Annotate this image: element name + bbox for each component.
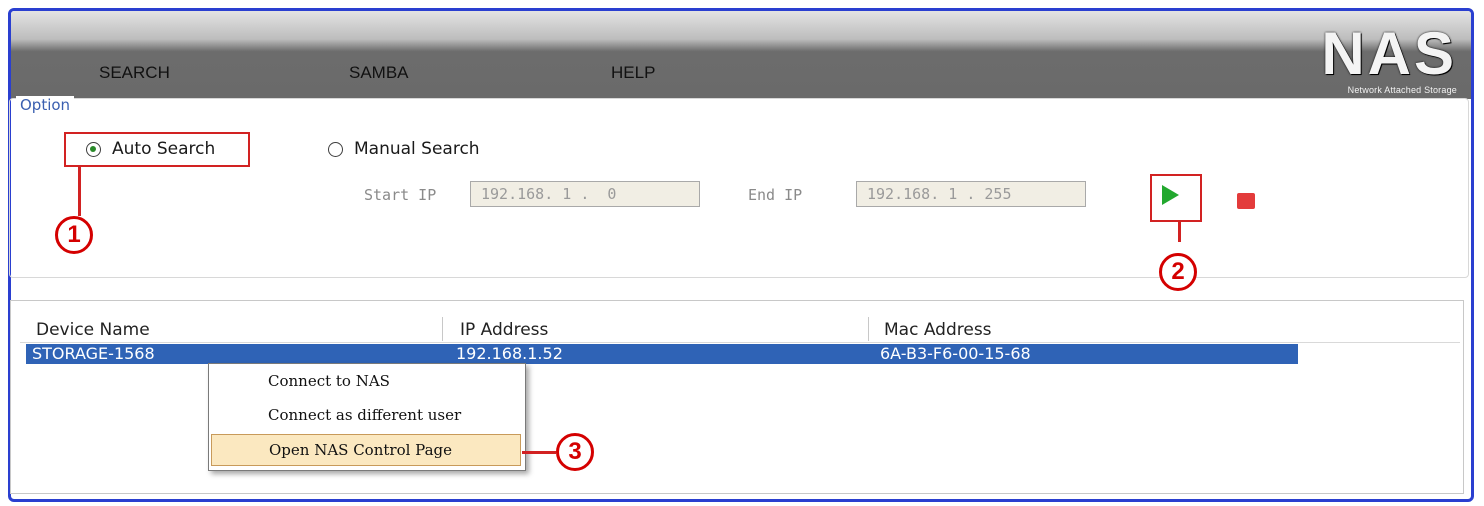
callout-number-1: 1 <box>55 216 93 254</box>
nav-help[interactable]: HELP <box>611 63 655 83</box>
nav-samba[interactable]: SAMBA <box>349 63 409 83</box>
cell-mac-address: 6A-B3-F6-00-15-68 <box>880 344 1031 363</box>
column-separator <box>442 317 443 341</box>
column-separator <box>868 317 869 341</box>
callout-line-3 <box>522 451 556 454</box>
radio-unchecked-icon[interactable] <box>328 141 343 157</box>
callout-box-auto-search <box>64 132 250 167</box>
end-ip-label: End IP <box>748 186 803 204</box>
header-bar: SEARCH SAMBA HELP NAS Network Attached S… <box>11 11 1471 99</box>
context-menu: Connect to NAS Connect as different user… <box>208 363 526 471</box>
callout-number-2: 2 <box>1159 253 1197 291</box>
callout-line-2 <box>1178 221 1181 242</box>
start-ip-label: Start IP <box>364 186 437 204</box>
stop-icon[interactable] <box>1237 193 1255 209</box>
menu-item-connect-to-nas[interactable]: Connect to NAS <box>211 366 521 396</box>
cell-ip-address: 192.168.1.52 <box>456 344 563 363</box>
menu-item-connect-as-different-user[interactable]: Connect as different user <box>211 400 521 430</box>
column-header-device-name[interactable]: Device Name <box>36 320 150 340</box>
manual-search-label: Manual Search <box>354 139 480 159</box>
option-legend: Option <box>16 96 75 114</box>
option-panel <box>9 98 1469 278</box>
column-header-mac-address[interactable]: Mac Address <box>884 320 992 340</box>
table-row[interactable] <box>26 344 1298 364</box>
start-ip-field[interactable]: 192.168. 1 . 0 <box>470 181 700 207</box>
logo-title: NAS <box>1321 20 1457 87</box>
manual-search-radio[interactable]: Manual Search <box>328 139 480 159</box>
cell-device-name: STORAGE-1568 <box>32 344 155 363</box>
column-header-ip-address[interactable]: IP Address <box>460 320 548 340</box>
callout-number-3: 3 <box>556 433 594 471</box>
column-header-rule <box>20 342 1460 343</box>
callout-line-1 <box>78 166 81 216</box>
end-ip-field[interactable]: 192.168. 1 . 255 <box>856 181 1086 207</box>
logo-subtitle: Network Attached Storage <box>1347 85 1457 95</box>
nas-logo: NAS Network Attached Storage <box>1277 20 1457 96</box>
callout-box-play <box>1150 174 1202 222</box>
nav-search[interactable]: SEARCH <box>99 63 170 83</box>
menu-item-open-nas-control-page[interactable]: Open NAS Control Page <box>211 434 521 466</box>
